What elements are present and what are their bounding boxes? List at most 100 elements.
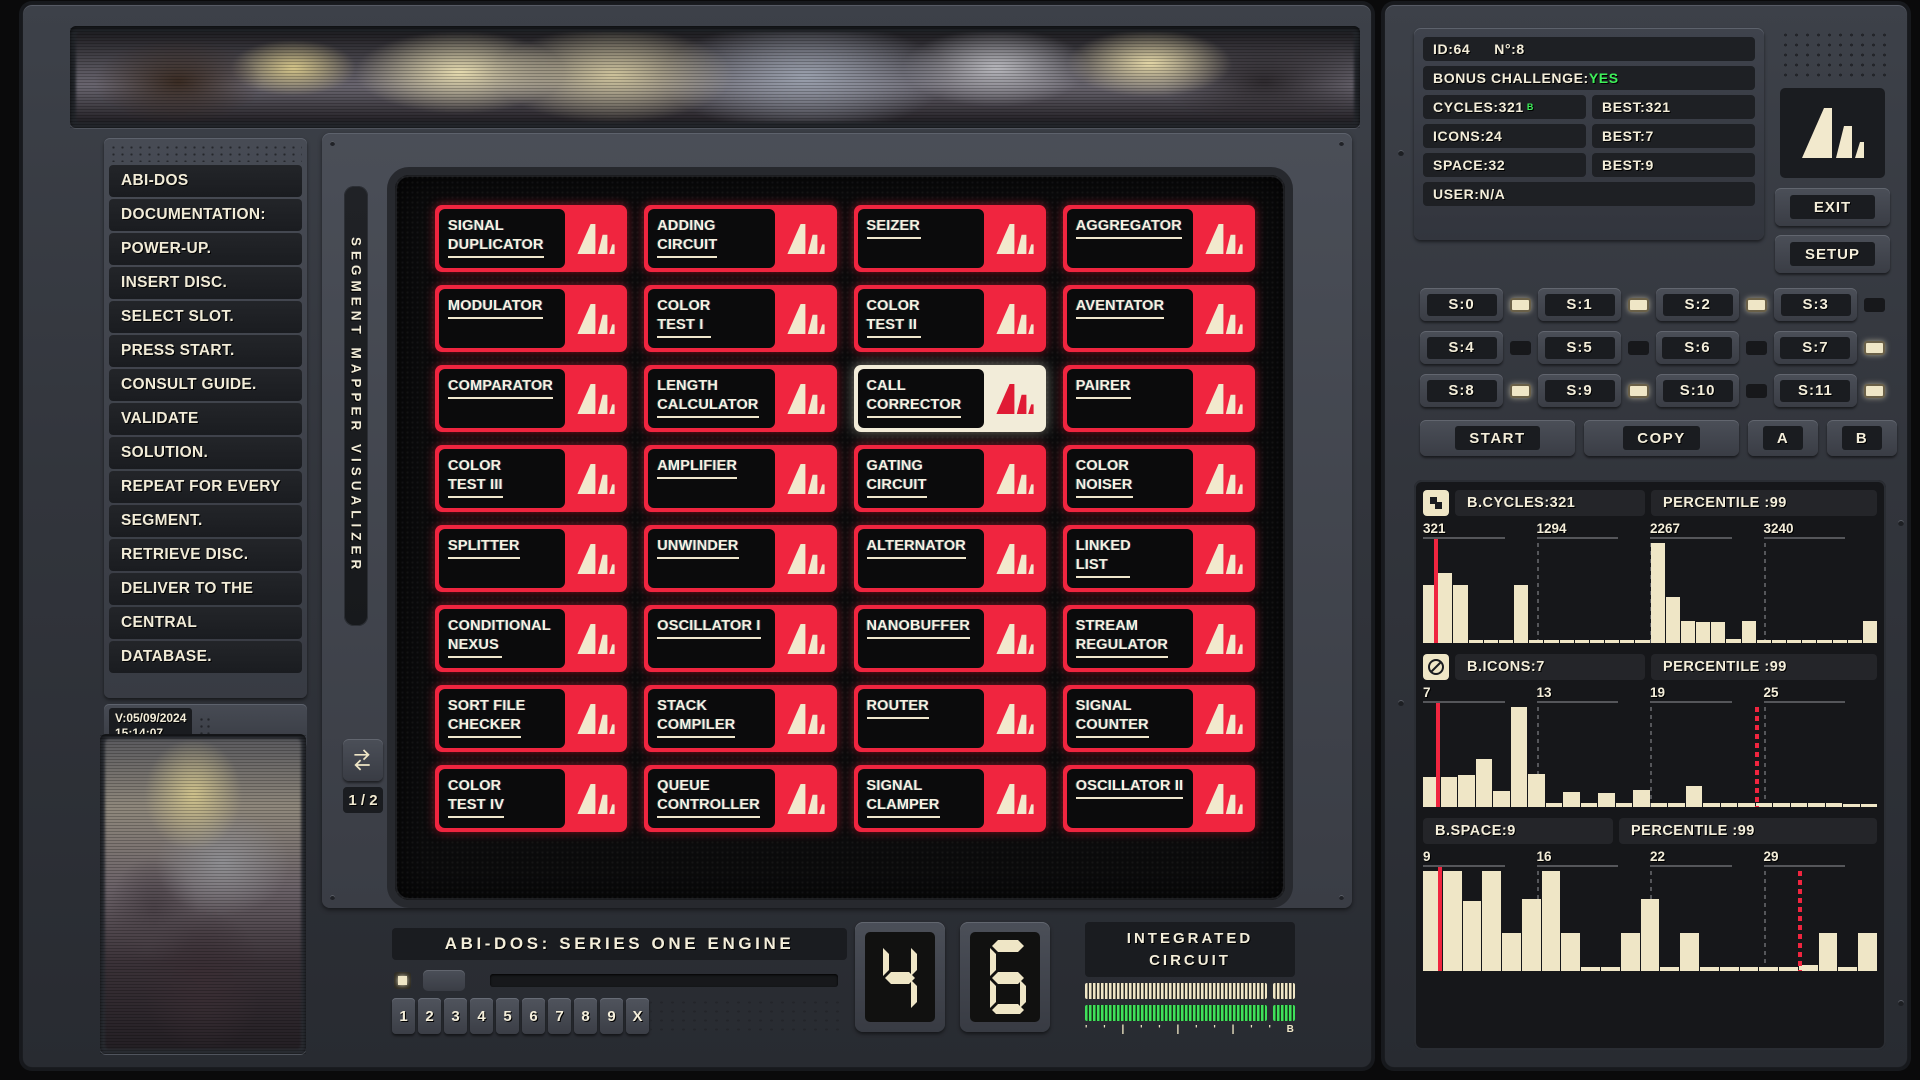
stat-icons: ICONS:24	[1423, 124, 1586, 148]
histogram-bar	[1482, 871, 1501, 971]
segment-button-4[interactable]: MODULATOR	[435, 285, 627, 352]
sidebar-item-13[interactable]: CENTRAL	[109, 607, 302, 639]
slot-button-s10[interactable]: S:10	[1656, 374, 1739, 407]
slot-button-s5[interactable]: S:5	[1538, 331, 1621, 364]
segment-button-21[interactable]: OSCILLATOR I	[644, 605, 836, 672]
histogram-bar	[1620, 640, 1634, 643]
slot-button-s2[interactable]: S:2	[1656, 288, 1739, 321]
slot-button-s1[interactable]: S:1	[1538, 288, 1621, 321]
segment-button-14[interactable]: GATINGCIRCUIT	[854, 445, 1046, 512]
segment-button-17[interactable]: UNWINDER	[644, 525, 836, 592]
keypad-key-2[interactable]: 2	[418, 998, 441, 1034]
sidebar-item-14[interactable]: DATABASE.	[109, 641, 302, 673]
segment-button-2[interactable]: SEIZER	[854, 205, 1046, 272]
segment-button-11[interactable]: PAIRER	[1063, 365, 1255, 432]
histogram-bar	[1787, 640, 1801, 643]
segment-button-0[interactable]: SIGNALDUPLICATOR	[435, 205, 627, 272]
segment-button-31[interactable]: OSCILLATOR II	[1063, 765, 1255, 832]
slot-button-s7[interactable]: S:7	[1774, 331, 1857, 364]
sidebar-item-6[interactable]: CONSULT GUIDE.	[109, 369, 302, 401]
sidebar-dot-texture	[109, 144, 302, 162]
segment-button-icon	[984, 525, 1046, 592]
keypad-key-9[interactable]: 9	[600, 998, 623, 1034]
keypad-key-6[interactable]: 6	[522, 998, 545, 1034]
segment-button-25[interactable]: STACKCOMPILER	[644, 685, 836, 752]
segment-button-26[interactable]: ROUTER	[854, 685, 1046, 752]
keypad-key-1[interactable]: 1	[392, 998, 415, 1034]
segment-button-23[interactable]: STREAMREGULATOR	[1063, 605, 1255, 672]
slot-button-s4[interactable]: S:4	[1420, 331, 1503, 364]
segment-button-28[interactable]: COLORTEST IV	[435, 765, 627, 832]
segment-button-16[interactable]: SPLITTER	[435, 525, 627, 592]
segment-button-20[interactable]: CONDITIONALNEXUS	[435, 605, 627, 672]
sidebar-item-0[interactable]: ABI-DOS	[109, 165, 302, 197]
swap-arrows-icon	[351, 748, 375, 772]
histogram-bars	[1423, 871, 1877, 971]
keypad-key-3[interactable]: 3	[444, 998, 467, 1034]
b-button[interactable]: B	[1827, 420, 1897, 456]
abi-dos-logo-icon	[785, 541, 827, 577]
sidebar-item-12[interactable]: DELIVER TO THE	[109, 573, 302, 605]
segment-button-9[interactable]: LENGTHCALCULATOR	[644, 365, 836, 432]
setup-button[interactable]: SETUP	[1775, 235, 1890, 273]
version-dot-texture	[198, 716, 212, 736]
segment-button-label: AMPLIFIER	[648, 449, 774, 508]
keypad-key-5[interactable]: 5	[496, 998, 519, 1034]
sidebar-item-3[interactable]: INSERT DISC.	[109, 267, 302, 299]
sidebar-item-5[interactable]: PRESS START.	[109, 335, 302, 367]
copy-button[interactable]: COPY	[1584, 420, 1739, 456]
segment-button-icon	[984, 765, 1046, 832]
panel-screw	[1398, 700, 1404, 706]
segment-button-29[interactable]: QUEUECONTROLLER	[644, 765, 836, 832]
ic-bar-green-tail	[1273, 1005, 1295, 1021]
slot-button-s3[interactable]: S:3	[1774, 288, 1857, 321]
segment-button-1[interactable]: ADDINGCIRCUIT	[644, 205, 836, 272]
segment-button-8[interactable]: COMPARATOR	[435, 365, 627, 432]
keypad-key-7[interactable]: 7	[548, 998, 571, 1034]
segment-button-24[interactable]: SORT FILECHECKER	[435, 685, 627, 752]
segment-button-19[interactable]: LINKEDLIST	[1063, 525, 1255, 592]
sidebar-item-2[interactable]: POWER-UP.	[109, 233, 302, 265]
segment-button-12[interactable]: COLORTEST III	[435, 445, 627, 512]
segment-button-15[interactable]: COLORNOISER	[1063, 445, 1255, 512]
exit-button[interactable]: EXIT	[1775, 188, 1890, 226]
segment-button-icon	[984, 365, 1046, 432]
segment-button-label: GATINGCIRCUIT	[858, 449, 984, 508]
sidebar-item-8[interactable]: SOLUTION.	[109, 437, 302, 469]
sidebar-item-9[interactable]: REPEAT FOR EVERY	[109, 471, 302, 503]
abi-dos-logo-icon	[575, 621, 617, 657]
slot-button-s8[interactable]: S:8	[1420, 374, 1503, 407]
segment-button-icon	[775, 765, 837, 832]
sidebar-item-1[interactable]: DOCUMENTATION:	[109, 199, 302, 231]
segment-button-10[interactable]: CALLCORRECTOR	[854, 365, 1046, 432]
segment-button-6[interactable]: COLORTEST II	[854, 285, 1046, 352]
a-button[interactable]: A	[1748, 420, 1818, 456]
sidebar-item-7[interactable]: VALIDATE	[109, 403, 302, 435]
start-button[interactable]: START	[1420, 420, 1575, 456]
sidebar-item-label: REPEAT FOR EVERY	[121, 478, 281, 496]
app-root: ABI-DOS DOCUMENTATION: POWER-UP. INSERT …	[0, 0, 1920, 1080]
swap-page-button[interactable]	[343, 739, 383, 781]
keypad-key-8[interactable]: 8	[574, 998, 597, 1034]
sidebar-item-10[interactable]: SEGMENT.	[109, 505, 302, 537]
segment-button-13[interactable]: AMPLIFIER	[644, 445, 836, 512]
segment-button-5[interactable]: COLORTEST I	[644, 285, 836, 352]
stat-cycles-best: BEST:321	[1592, 95, 1755, 119]
segment-button-27[interactable]: SIGNALCOUNTER	[1063, 685, 1255, 752]
segment-button-18[interactable]: ALTERNATOR	[854, 525, 1046, 592]
segment-button-7[interactable]: AVENTATOR	[1063, 285, 1255, 352]
sidebar-item-11[interactable]: RETRIEVE DISC.	[109, 539, 302, 571]
histogram-bar	[1726, 639, 1740, 643]
segment-button-3[interactable]: AGGREGATOR	[1063, 205, 1255, 272]
segment-button-30[interactable]: SIGNALCLAMPER	[854, 765, 1046, 832]
slot-button-s9[interactable]: S:9	[1538, 374, 1621, 407]
slot-button-s11[interactable]: S:11	[1774, 374, 1857, 407]
abi-dos-logo-icon	[575, 381, 617, 417]
sidebar-item-4[interactable]: SELECT SLOT.	[109, 301, 302, 333]
slot-button-s0[interactable]: S:0	[1420, 288, 1503, 321]
eject-button[interactable]	[423, 970, 465, 991]
segment-button-22[interactable]: NANOBUFFER	[854, 605, 1046, 672]
stats-row-icons: ICONS:24 BEST:7	[1423, 124, 1755, 148]
slot-button-s6[interactable]: S:6	[1656, 331, 1739, 364]
keypad-key-4[interactable]: 4	[470, 998, 493, 1034]
